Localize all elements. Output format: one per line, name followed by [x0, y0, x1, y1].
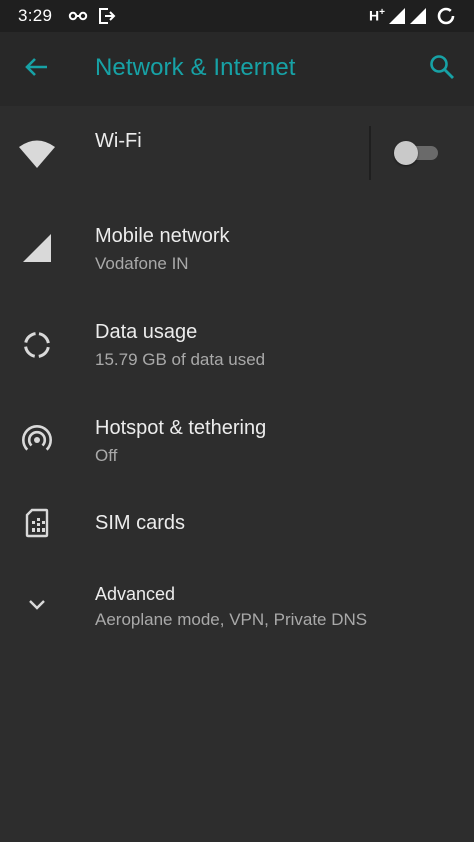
- network-type-label: H+: [369, 7, 385, 24]
- battery-ring-icon: [436, 6, 456, 31]
- data-usage-icon: [16, 324, 58, 366]
- toggle-thumb: [394, 141, 418, 165]
- signal-icon: [389, 8, 405, 29]
- back-button[interactable]: [14, 47, 58, 91]
- sim-card-icon: [16, 502, 58, 544]
- search-button[interactable]: [420, 47, 464, 91]
- list-item-data-usage[interactable]: Data usage 15.79 GB of data used: [0, 296, 474, 392]
- list-item-mobile-network[interactable]: Mobile network Vodafone IN: [0, 200, 474, 296]
- list-item-title: Hotspot & tethering: [95, 417, 267, 439]
- list-item-title: SIM cards: [95, 512, 186, 534]
- signal-icon: [410, 8, 426, 29]
- list-item-title: Advanced: [95, 584, 176, 604]
- app-bar: Network & Internet: [0, 32, 474, 106]
- logout-icon: [98, 7, 116, 30]
- status-bar: 3:29 H+: [0, 0, 474, 32]
- settings-screen: 3:29 H+ Network & Internet Wi-Fi Mobile …: [0, 0, 474, 842]
- list-item-subtitle: Vodafone IN: [95, 254, 189, 273]
- wifi-toggle[interactable]: [394, 141, 440, 165]
- list-item-title: Wi-Fi: [95, 130, 142, 152]
- list-item-hotspot[interactable]: Hotspot & tethering Off: [0, 392, 474, 488]
- list-item-title: Data usage: [95, 321, 198, 343]
- list-item-subtitle: 15.79 GB of data used: [95, 350, 266, 369]
- list-item-sim-cards[interactable]: SIM cards: [0, 488, 474, 560]
- signal-icon: [16, 227, 58, 269]
- wifi-icon: [16, 133, 58, 175]
- chevron-down-icon: [16, 584, 58, 626]
- list-item-advanced[interactable]: Advanced Aeroplane mode, VPN, Private DN…: [0, 568, 474, 648]
- arrow-left-icon: [23, 56, 49, 83]
- list-item-subtitle: Aeroplane mode, VPN, Private DNS: [95, 610, 368, 629]
- hotspot-icon: [16, 419, 58, 461]
- divider: [369, 126, 371, 180]
- page-title: Network & Internet: [95, 54, 296, 81]
- list-item-subtitle: Off: [95, 446, 118, 465]
- list-item-title: Mobile network: [95, 225, 230, 247]
- infinity-link-icon: [68, 9, 88, 28]
- status-time: 3:29: [18, 6, 53, 25]
- search-icon: [429, 54, 455, 85]
